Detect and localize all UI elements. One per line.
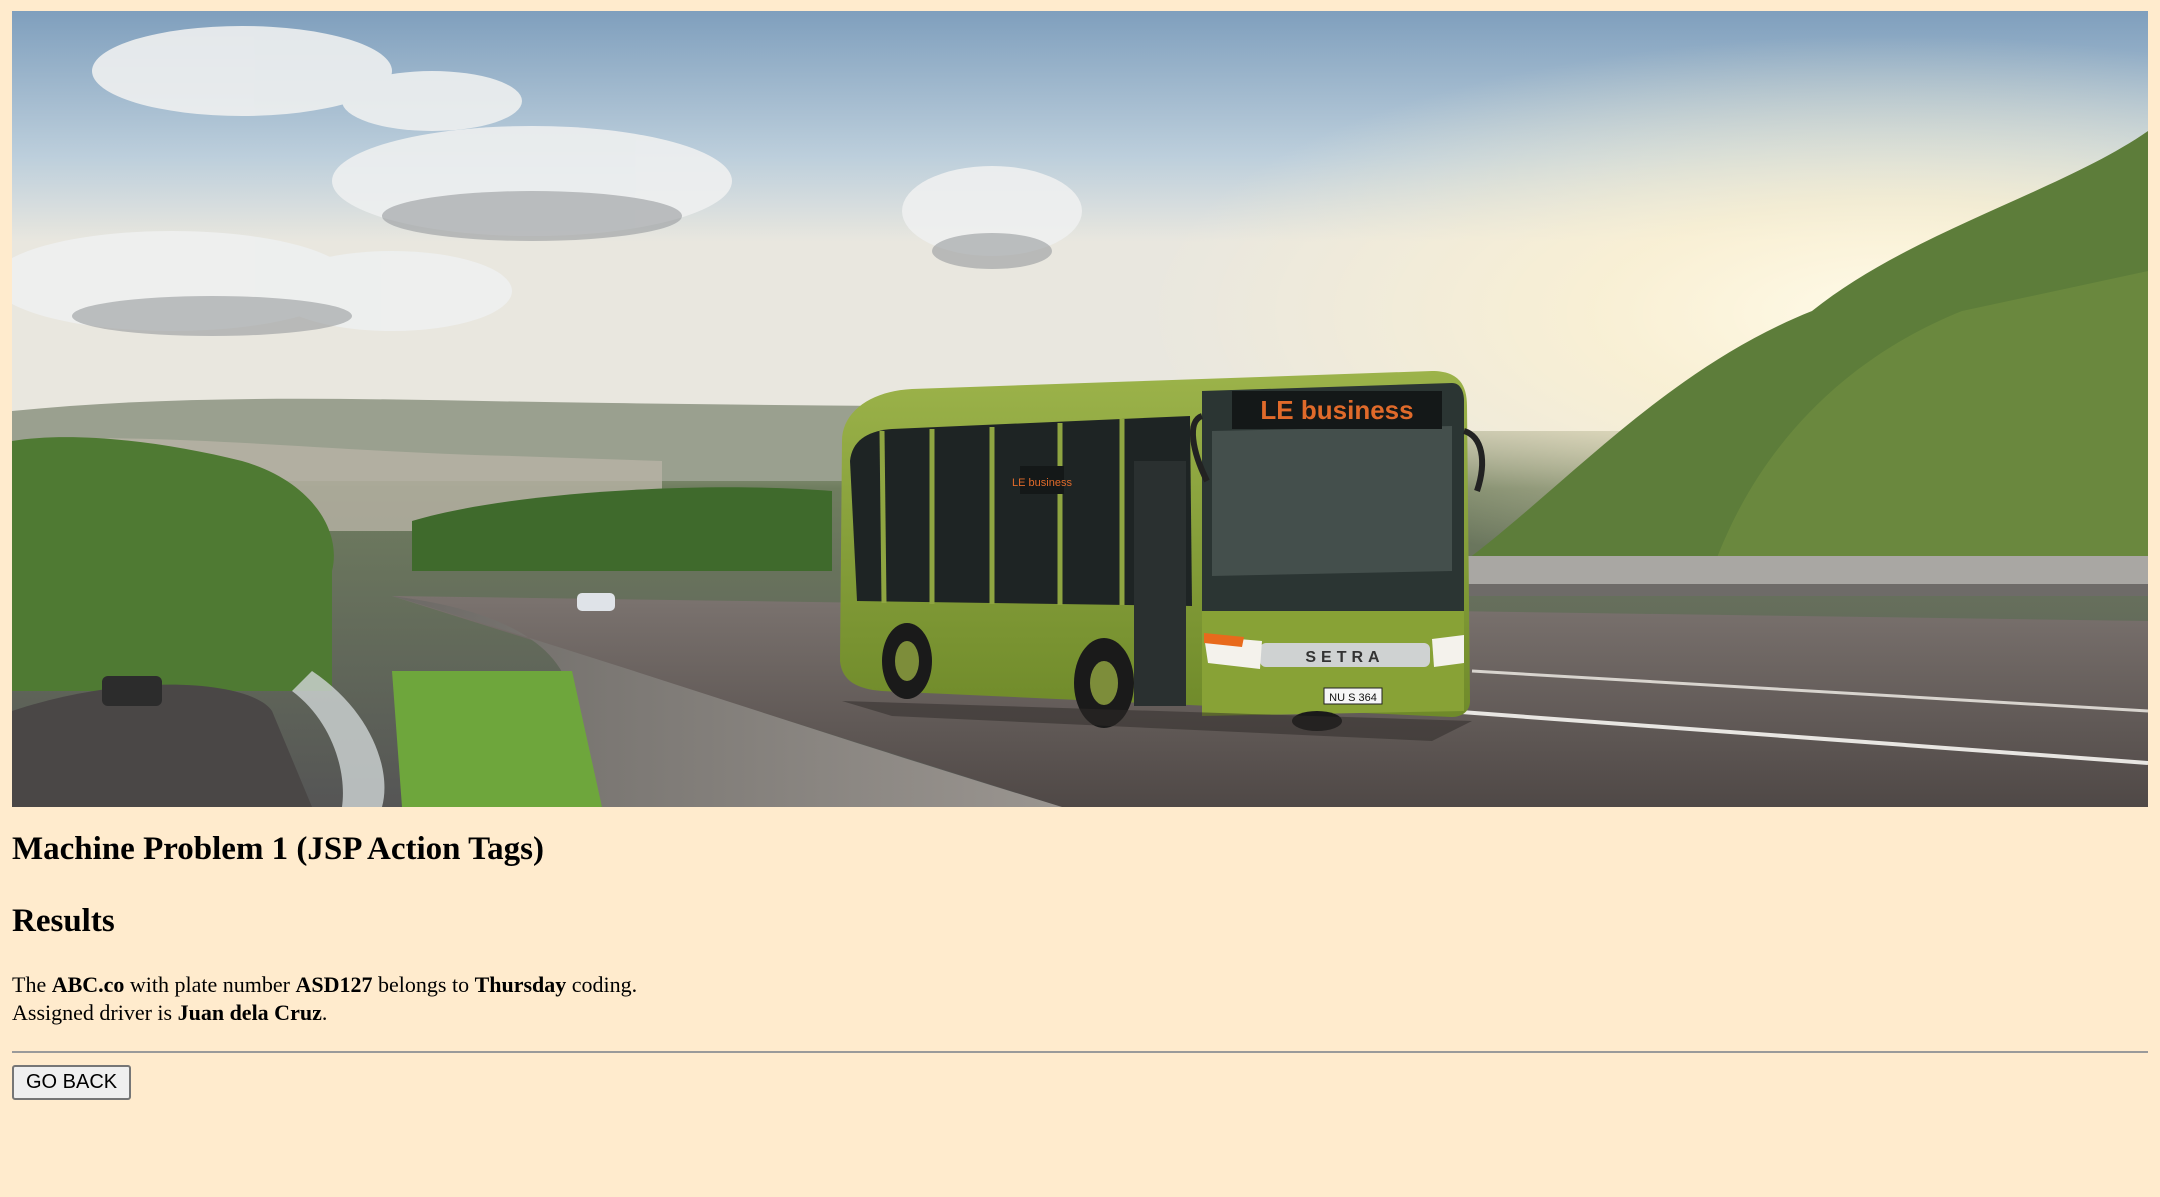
driver-name: Juan dela Cruz (177, 1000, 322, 1025)
bus-illustration: LE business LE business SETRA NU S 364 (12, 11, 2148, 807)
bus-banner-image: LE business LE business SETRA NU S 364 (12, 11, 2148, 807)
divider (12, 1051, 2148, 1053)
results-heading: Results (12, 903, 115, 939)
coding-day: Thursday (474, 972, 567, 997)
car (102, 676, 162, 706)
result-suffix1: coding. (566, 972, 638, 997)
plate-number: ASD127 (295, 972, 373, 997)
bus: LE business LE business SETRA NU S 364 (840, 371, 1486, 731)
bus-brand-text: SETRA (1305, 649, 1384, 666)
destination-sign-text: LE business (1260, 395, 1413, 425)
result-prefix: The (12, 972, 52, 997)
page-title: Machine Problem 1 (JSP Action Tags) (12, 831, 544, 867)
driver-prefix: Assigned driver is (12, 1000, 178, 1025)
go-back-button[interactable]: GO BACK (12, 1065, 132, 1100)
result-suffix2: . (321, 1000, 328, 1025)
company-name: ABC.co (51, 972, 125, 997)
side-sign-text: LE business (1012, 477, 1072, 489)
grass (392, 671, 602, 807)
result-mid1: with plate number (124, 972, 296, 997)
page: LE business LE business SETRA NU S 364 M… (0, 0, 2160, 1100)
result-text: The ABC.co with plate number ASD127 belo… (12, 971, 2148, 1027)
guard-rail (1462, 556, 2148, 584)
result-mid2: belongs to (372, 972, 475, 997)
bus-plate-text: NU S 364 (1329, 692, 1377, 704)
